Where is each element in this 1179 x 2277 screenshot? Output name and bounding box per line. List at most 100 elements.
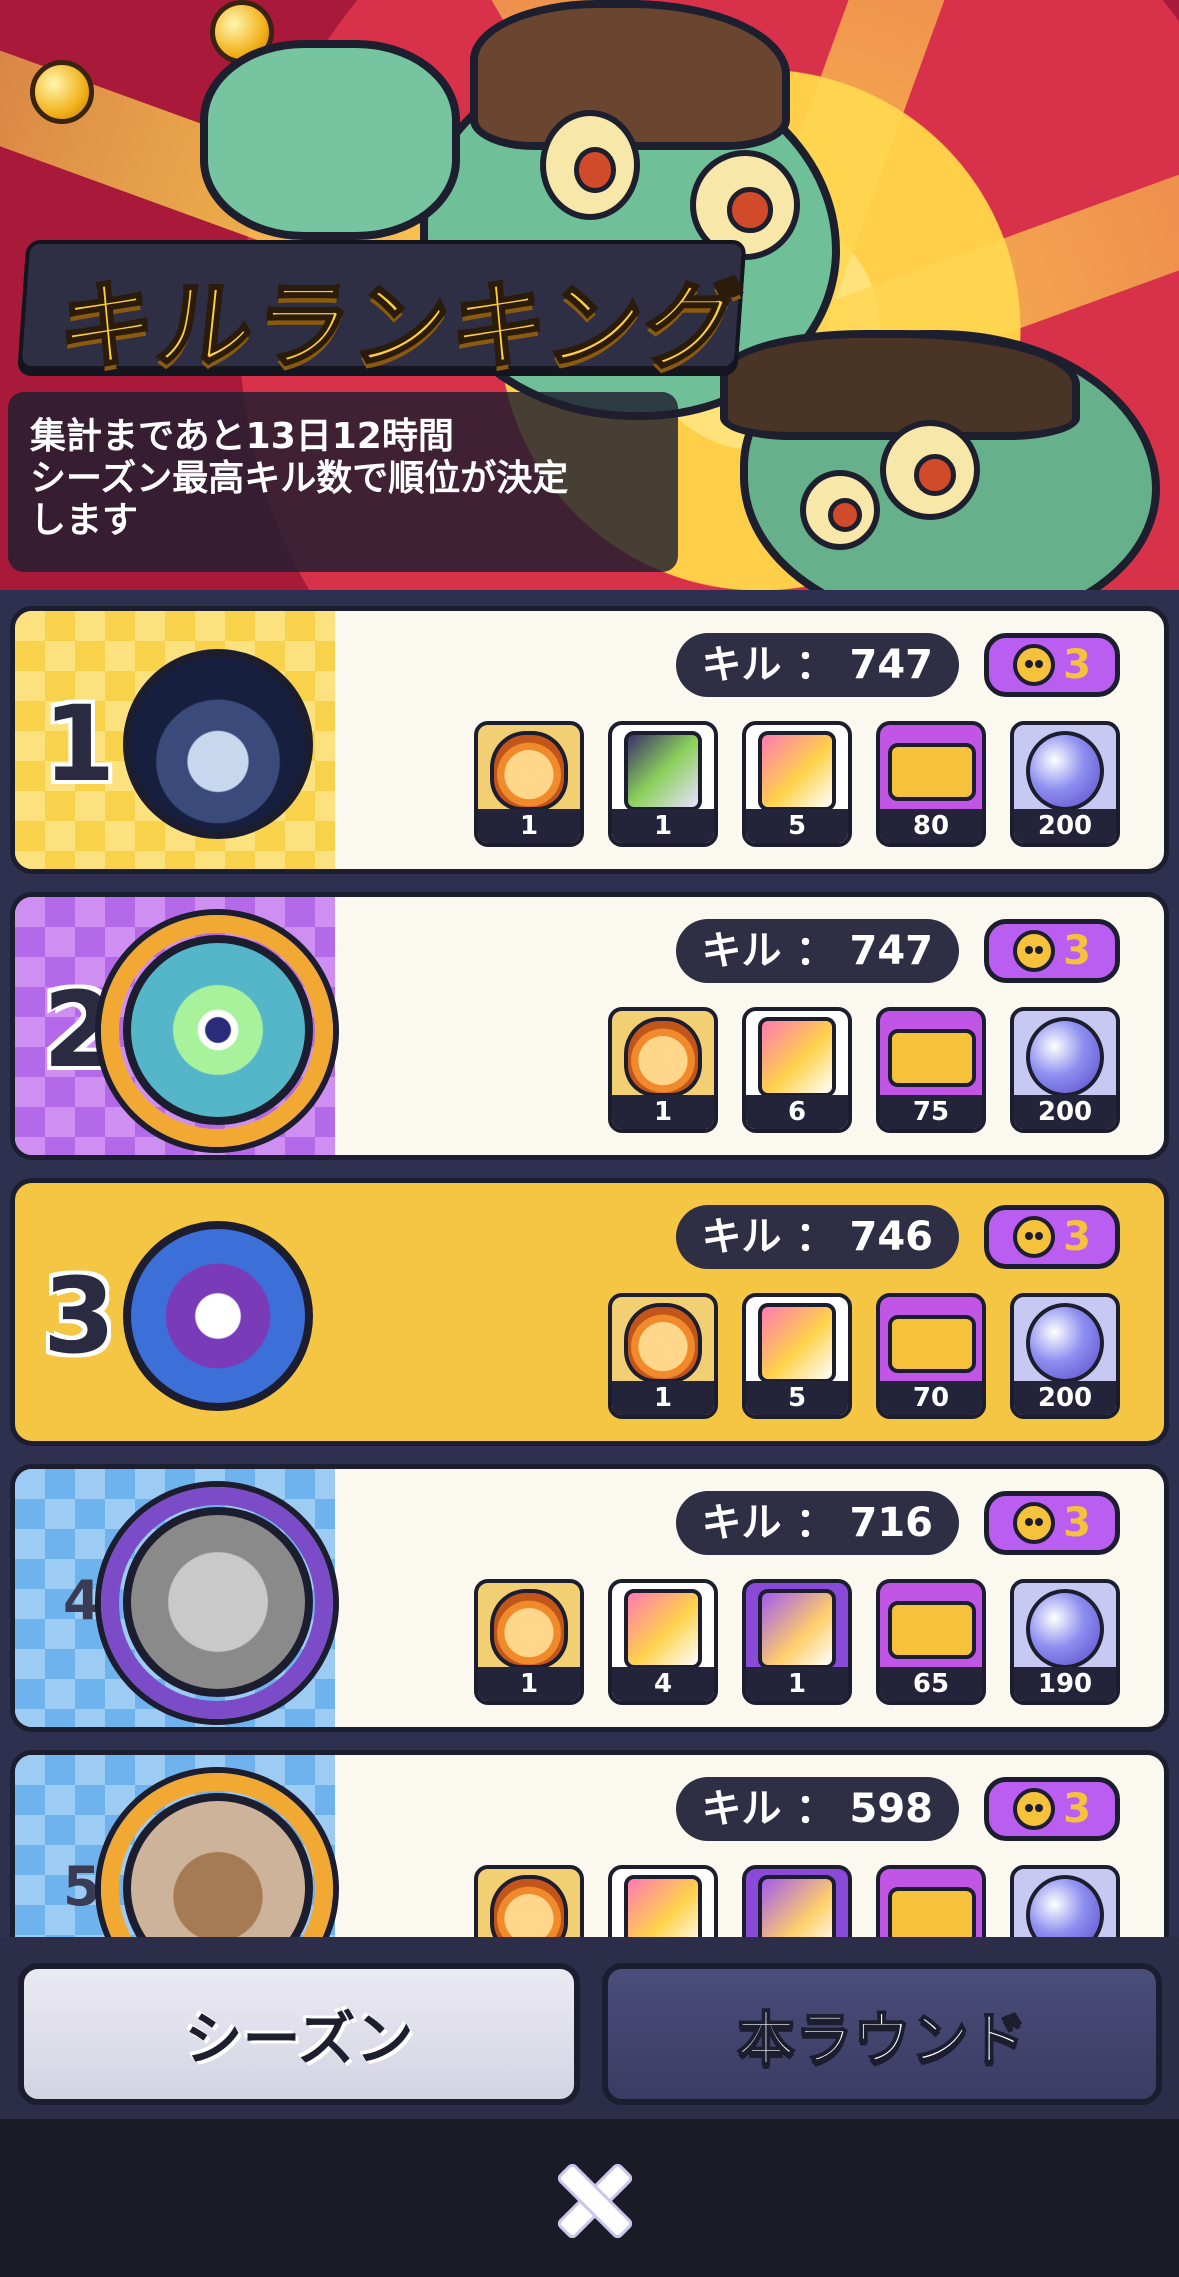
- reward-card-pack[interactable]: [608, 1865, 718, 1937]
- reward-count: 1: [612, 809, 714, 843]
- reward-count: 1: [478, 1667, 580, 1701]
- zombie-hand: [200, 40, 460, 240]
- reward-count: 4: [612, 1667, 714, 1701]
- ranking-row-5[interactable]: 5 キル ： 598 3: [10, 1750, 1169, 1937]
- info-line: シーズン最高キル数で順位が決定: [30, 458, 569, 499]
- reward-orb[interactable]: [1010, 1865, 1120, 1937]
- skull-coin-icon: [1013, 930, 1056, 972]
- close-icon[interactable]: [555, 2161, 627, 2233]
- orb-icon: [1026, 1303, 1104, 1383]
- card-pack-icon: [758, 1303, 836, 1383]
- avatar-frame-icon: [490, 1875, 568, 1937]
- reward-list: 1 4 1 65 190: [474, 1579, 1120, 1705]
- kill-label: キル: [701, 1500, 782, 1546]
- badge-count: 3: [1063, 1500, 1091, 1546]
- ticket-icon: [888, 1601, 976, 1659]
- rank-number: 4: [63, 1569, 101, 1632]
- reward-frame[interactable]: [474, 1865, 584, 1937]
- reward-list: 1 1 5 80 200: [474, 721, 1120, 847]
- reward-card-pack[interactable]: 5: [742, 721, 852, 847]
- avatar[interactable]: [123, 649, 313, 839]
- reward-orb[interactable]: 200: [1010, 1007, 1120, 1133]
- ranking-row-4[interactable]: 4 キル ： 716 3 1 4 1 65 190: [10, 1464, 1169, 1732]
- ranking-row-3[interactable]: 3 キル ： 746 3 1 5 70 200: [10, 1178, 1169, 1446]
- reward-orb[interactable]: 200: [1010, 1293, 1120, 1419]
- reward-card-pack[interactable]: 1: [608, 721, 718, 847]
- reward-count: 190: [1014, 1667, 1116, 1701]
- avatar[interactable]: [123, 935, 313, 1125]
- reward-ticket[interactable]: 65: [876, 1579, 986, 1705]
- card-pack-icon: [758, 731, 836, 811]
- reward-count: 5: [746, 809, 848, 843]
- zombie-hair: [720, 330, 1080, 440]
- card-pack-icon: [758, 1589, 836, 1669]
- skull-coin-icon: [1013, 1788, 1056, 1830]
- reward-list: 1 5 70 200: [608, 1293, 1120, 1419]
- kill-separator: ：: [795, 1500, 836, 1546]
- page-title: キルランキング: [52, 269, 750, 384]
- reward-frame[interactable]: 1: [608, 1007, 718, 1133]
- kill-label: キル: [701, 928, 782, 974]
- info-line: 集計まであと13日12時間: [30, 416, 454, 457]
- tab-season[interactable]: シーズン: [18, 1963, 580, 2105]
- kill-separator: ：: [795, 1786, 836, 1832]
- tab-round[interactable]: 本ラウンド: [602, 1963, 1162, 2105]
- reward-count: 5: [746, 1381, 848, 1415]
- avatar[interactable]: [123, 1507, 313, 1697]
- reward-list: 1 6 75 200: [608, 1007, 1120, 1133]
- kill-label: キル: [701, 1214, 782, 1260]
- rank-number: 1: [43, 683, 116, 805]
- reward-frame[interactable]: 1: [474, 1579, 584, 1705]
- kill-separator: ：: [795, 928, 836, 974]
- reward-card-pack[interactable]: [742, 1865, 852, 1937]
- card-pack-icon: [624, 1875, 702, 1937]
- orb-icon: [1026, 1875, 1104, 1937]
- avatar-frame-icon: [490, 731, 568, 811]
- badge-count: 3: [1063, 1214, 1091, 1260]
- reward-count: 80: [880, 809, 982, 843]
- footer-bar: [0, 2119, 1179, 2277]
- avatar[interactable]: [123, 1221, 313, 1411]
- badge-count: 3: [1063, 1786, 1091, 1832]
- orb-icon: [1026, 1589, 1104, 1669]
- ticket-icon: [888, 1029, 976, 1087]
- reward-count: 75: [880, 1095, 982, 1129]
- kill-label: キル: [701, 642, 782, 688]
- badge-count: 3: [1063, 928, 1091, 974]
- ranking-list[interactable]: 1 キル： 747 3 1 1 5 80 200 2 キル： 747 3 1 6 7…: [0, 590, 1179, 1937]
- kill-separator: ：: [795, 1214, 836, 1260]
- reward-ticket[interactable]: [876, 1865, 986, 1937]
- avatar-frame-icon: [624, 1303, 702, 1383]
- zombie-hair: [470, 0, 790, 150]
- kill-count: 746: [849, 1214, 934, 1260]
- reward-ticket[interactable]: 80: [876, 721, 986, 847]
- info-line: します: [30, 500, 139, 541]
- avatar-frame-icon: [490, 1589, 568, 1669]
- skull-coin-icon: [1013, 1502, 1056, 1544]
- reward-count: 200: [1014, 809, 1116, 843]
- reward-ticket[interactable]: 70: [876, 1293, 986, 1419]
- kill-label: キル: [701, 1786, 782, 1832]
- reward-card-pack[interactable]: 6: [742, 1007, 852, 1133]
- card-pack-icon: [624, 731, 702, 811]
- level-badge: 3: [984, 633, 1120, 697]
- reward-orb[interactable]: 200: [1010, 721, 1120, 847]
- reward-count: 6: [746, 1095, 848, 1129]
- header-banner: キルランキング 集計まであと13日12時間 シーズン最高キル数で順位が決定 しま…: [0, 0, 1179, 590]
- ranking-row-1[interactable]: 1 キル ： 747 3 1 1 5 80 200: [10, 606, 1169, 874]
- kill-count: 747: [849, 642, 934, 688]
- reward-card-pack[interactable]: 5: [742, 1293, 852, 1419]
- reward-orb[interactable]: 190: [1010, 1579, 1120, 1705]
- reward-card-pack[interactable]: 4: [608, 1579, 718, 1705]
- reward-ticket[interactable]: 75: [876, 1007, 986, 1133]
- ranking-row-2[interactable]: 2 キル： 747 3 1 6 75 200: [10, 892, 1169, 1160]
- reward-frame[interactable]: 1: [608, 1293, 718, 1419]
- rank-number: 3: [43, 1255, 116, 1377]
- avatar-frame-icon: [624, 1017, 702, 1097]
- kill-count: 716: [849, 1500, 934, 1546]
- level-badge: 3: [984, 1777, 1120, 1841]
- ticket-icon: [888, 1315, 976, 1373]
- reward-frame[interactable]: 1: [474, 721, 584, 847]
- reward-card-pack[interactable]: 1: [742, 1579, 852, 1705]
- kill-count-pill: キル ： 716: [675, 1491, 959, 1555]
